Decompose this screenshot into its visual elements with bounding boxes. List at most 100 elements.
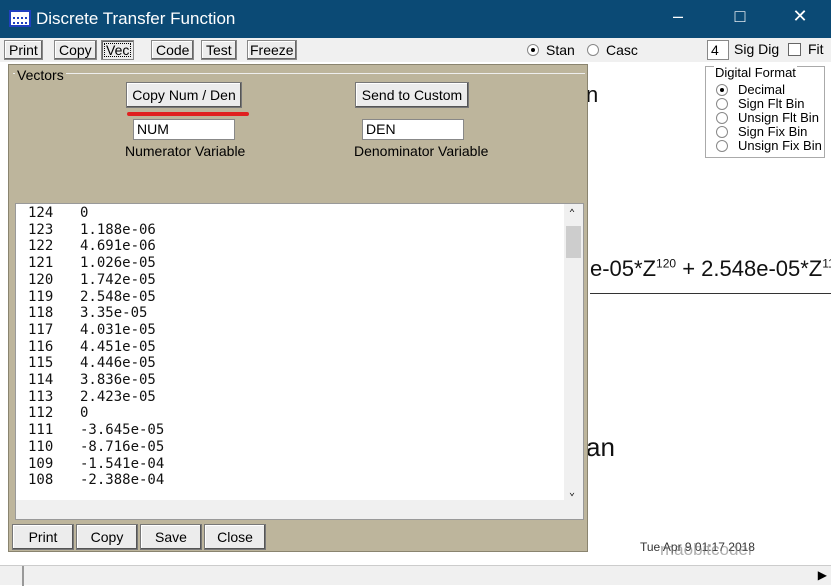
coefficient-value: -8.716e-05 [80,438,165,455]
coefficient-index: 108 [28,472,54,489]
format-label: Unsign Flt Bin [738,110,819,125]
print-button[interactable]: Print [12,524,74,550]
coefficient-value: 2.548e-05 [80,288,156,305]
coefficient-index: 113 [28,388,54,405]
list-item: 108 -2.388e-04 [28,472,164,489]
vec-button[interactable]: Vec [101,40,135,60]
coefficient-value: 4.691e-06 [80,238,156,255]
coefficient-value: 1.742e-05 [80,271,156,288]
list-item: 117 4.031e-05 [28,321,156,339]
watermark: maobitcoder [660,540,754,559]
vertical-scrollbar[interactable]: ⌃ ⌄ [564,204,583,502]
list-item: 121 1.026e-05 [28,255,156,272]
freeze-button[interactable]: Freeze [247,40,297,60]
copy-num-den-button[interactable]: Copy Num / Den [126,82,242,108]
format-radio-sign-fix-bin[interactable] [716,126,728,138]
coefficient-value: 3.836e-05 [80,372,156,388]
fit-label: Fit [808,41,824,57]
denominator-variable-input[interactable]: DEN [362,119,464,140]
window-title: Discrete Transfer Function [36,9,236,28]
list-item: 112 0 [28,405,88,422]
format-radio-sign-flt-bin[interactable] [716,98,728,110]
coefficient-value: 4.446e-05 [80,355,156,372]
list-item: 120 1.742e-05 [28,272,156,289]
coefficient-index: 115 [28,355,54,372]
coefficient-value: 3.35e-05 [80,305,148,322]
list-item: 114 3.836e-05 [28,372,156,389]
transfer-function-numerator: e-05*Z120 + 2.548e-05*Z119 [590,256,831,281]
list-item: 124 0 [28,205,88,222]
coefficient-list[interactable]: ⌃ ⌄ 124 0 123 1.188e-06 122 4.691e-06 121 1.026… [15,203,584,520]
print-button[interactable]: Print [4,40,43,60]
vectors-title: Vectors [15,67,66,83]
send-to-custom-button[interactable]: Send to Custom [355,82,469,108]
list-item: 122 4.691e-06 [28,238,156,255]
coefficient-value: 4.451e-05 [80,338,156,355]
list-item: 115 4.446e-05 [28,355,156,372]
stan-label: Stan [546,42,575,58]
test-button[interactable]: Test [201,40,237,60]
stan-radio[interactable] [527,44,539,56]
horizontal-scrollbar[interactable] [16,500,583,519]
toolbar: Print Copy Vec Code Test Freeze Stan Cas… [0,38,831,62]
casc-radio[interactable] [587,44,599,56]
red-annotation-underline [127,112,249,116]
coefficient-index: 116 [28,338,54,355]
coefficient-value: -3.645e-05 [80,422,165,439]
coefficient-index: 111 [28,422,54,439]
numerator-variable-label: Numerator Variable [125,143,246,159]
maximize-button[interactable]: □ [720,6,760,27]
fit-checkbox[interactable] [788,43,801,56]
coefficient-value: -2.388e-04 [80,472,165,489]
coefficient-index: 123 [28,221,54,238]
list-item: 109 -1.541e-04 [28,455,164,473]
casc-label: Casc [606,42,638,58]
minimize-button[interactable]: – [658,6,698,27]
vectors-panel: Vectors Copy Num / Den Send to Custom NU… [8,64,588,552]
coefficient-index: 114 [28,372,54,388]
coefficient-index: 121 [28,255,54,272]
coefficient-index: 109 [28,455,54,472]
close-button[interactable]: Close [204,524,266,550]
copy-button[interactable]: Copy [76,524,138,550]
coefficient-value: 0 [80,405,89,422]
fraction-line [590,293,831,294]
digital-format-group: Digital Format Decimal Sign Flt Bin Unsi… [705,65,825,158]
group-border [13,73,585,74]
save-button[interactable]: Save [140,524,202,550]
main-horizontal-scrollbar[interactable]: ▶ [0,565,831,586]
scroll-up-icon[interactable]: ⌃ [569,208,575,219]
sig-dig-label: Sig Dig [734,41,780,57]
list-item: 113 2.423e-05 [28,388,156,406]
format-radio-decimal[interactable] [716,84,728,96]
coefficient-index: 118 [28,305,54,322]
coefficient-index: 110 [28,438,54,455]
coefficient-index: 124 [28,205,54,221]
list-item: 116 4.451e-05 [28,338,156,356]
scroll-down-icon[interactable]: ⌄ [569,487,575,498]
format-label: Unsign Fix Bin [738,138,822,153]
coefficient-value: 2.423e-05 [80,388,156,405]
sig-dig-input[interactable]: 4 [707,40,729,60]
coefficient-value: 1.188e-06 [80,221,156,238]
format-label: Sign Fix Bin [738,124,808,139]
scroll-thumb[interactable] [22,566,24,586]
numerator-variable-input[interactable]: NUM [133,119,235,140]
scroll-thumb[interactable] [566,226,581,258]
coefficient-index: 112 [28,405,54,422]
list-item: 118 3.35e-05 [28,305,147,322]
list-item: 110 -8.716e-05 [28,438,164,456]
coefficient-value: 0 [80,205,89,221]
copy-button[interactable]: Copy [54,40,97,60]
scroll-right-icon[interactable]: ▶ [818,568,827,582]
code-button[interactable]: Code [151,40,195,60]
format-label: Sign Flt Bin [738,96,805,111]
coefficient-value: 1.026e-05 [80,255,156,272]
digital-format-title: Digital Format [714,65,797,80]
list-item: 111 -3.645e-05 [28,422,164,439]
title-bar: Discrete Transfer Function – □ ✕ [0,0,831,38]
format-radio-unsign-flt-bin[interactable] [716,112,728,124]
coefficient-index: 117 [28,321,54,338]
close-button[interactable]: ✕ [780,6,820,27]
format-radio-unsign-fix-bin[interactable] [716,140,728,152]
